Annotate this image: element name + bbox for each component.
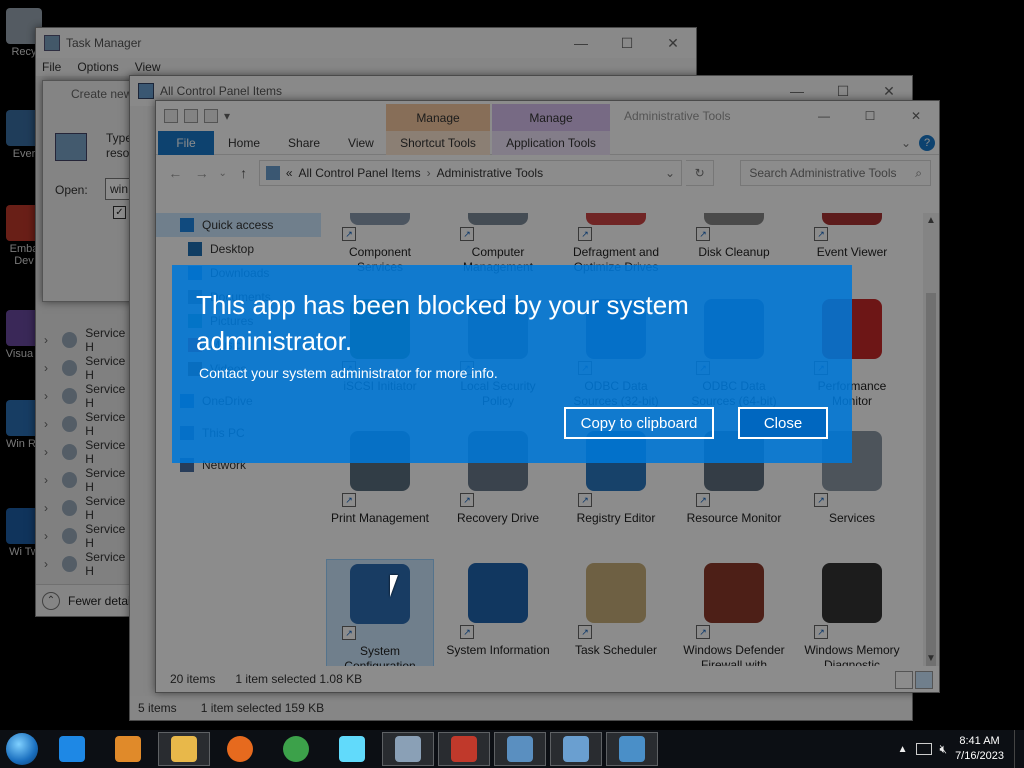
windows-logo-icon (6, 733, 38, 765)
react-devtools-icon (339, 736, 365, 762)
run-icon (507, 736, 533, 762)
taskbar-app-button[interactable] (214, 732, 266, 766)
taskbar-app-button[interactable] (326, 732, 378, 766)
close-button[interactable]: Close (738, 407, 828, 439)
network-icon[interactable] (915, 743, 932, 755)
task-manager-icon (395, 736, 421, 762)
mouse-cursor-icon (390, 575, 398, 597)
chrome-icon (283, 736, 309, 762)
remote-desktop-icon (451, 736, 477, 762)
start-button[interactable] (0, 730, 44, 768)
control-panel-icon (563, 736, 589, 762)
volume-muted-icon[interactable]: 🔇︎ (940, 742, 948, 757)
clock-date: 7/16/2023 (955, 750, 1004, 762)
taskbar-app-button[interactable] (606, 732, 658, 766)
show-desktop-button[interactable] (1014, 730, 1024, 768)
taskbar-app-button[interactable] (158, 732, 210, 766)
blocked-title: This app has been blocked by your system… (196, 290, 689, 356)
taskbar: ▲ 🔇︎ 8:41 AM 7/16/2023 (0, 730, 1024, 768)
clock[interactable]: 8:41 AM 7/16/2023 (955, 734, 1004, 764)
chevron-up-icon[interactable]: ▲ (898, 744, 908, 755)
taskbar-app-button[interactable] (382, 732, 434, 766)
taskbar-apps (44, 732, 660, 766)
media-player-icon (115, 736, 141, 762)
taskbar-app-button[interactable] (46, 732, 98, 766)
copy-to-clipboard-button[interactable]: Copy to clipboard (564, 407, 714, 439)
taskbar-app-button[interactable] (494, 732, 546, 766)
taskbar-app-button[interactable] (550, 732, 602, 766)
admin-tools-icon (619, 736, 645, 762)
system-tray: ▲ 🔇︎ 8:41 AM 7/16/2023 (898, 734, 1014, 764)
firefox-icon (227, 736, 253, 762)
internet-explorer-icon (59, 736, 85, 762)
clock-time: 8:41 AM (959, 735, 1000, 747)
file-explorer-icon (171, 736, 197, 762)
taskbar-app-button[interactable] (102, 732, 154, 766)
blocked-message: Contact your system administrator for mo… (199, 365, 498, 381)
taskbar-app-button[interactable] (270, 732, 322, 766)
taskbar-app-button[interactable] (438, 732, 490, 766)
blocked-app-dialog: This app has been blocked by your system… (172, 265, 852, 463)
